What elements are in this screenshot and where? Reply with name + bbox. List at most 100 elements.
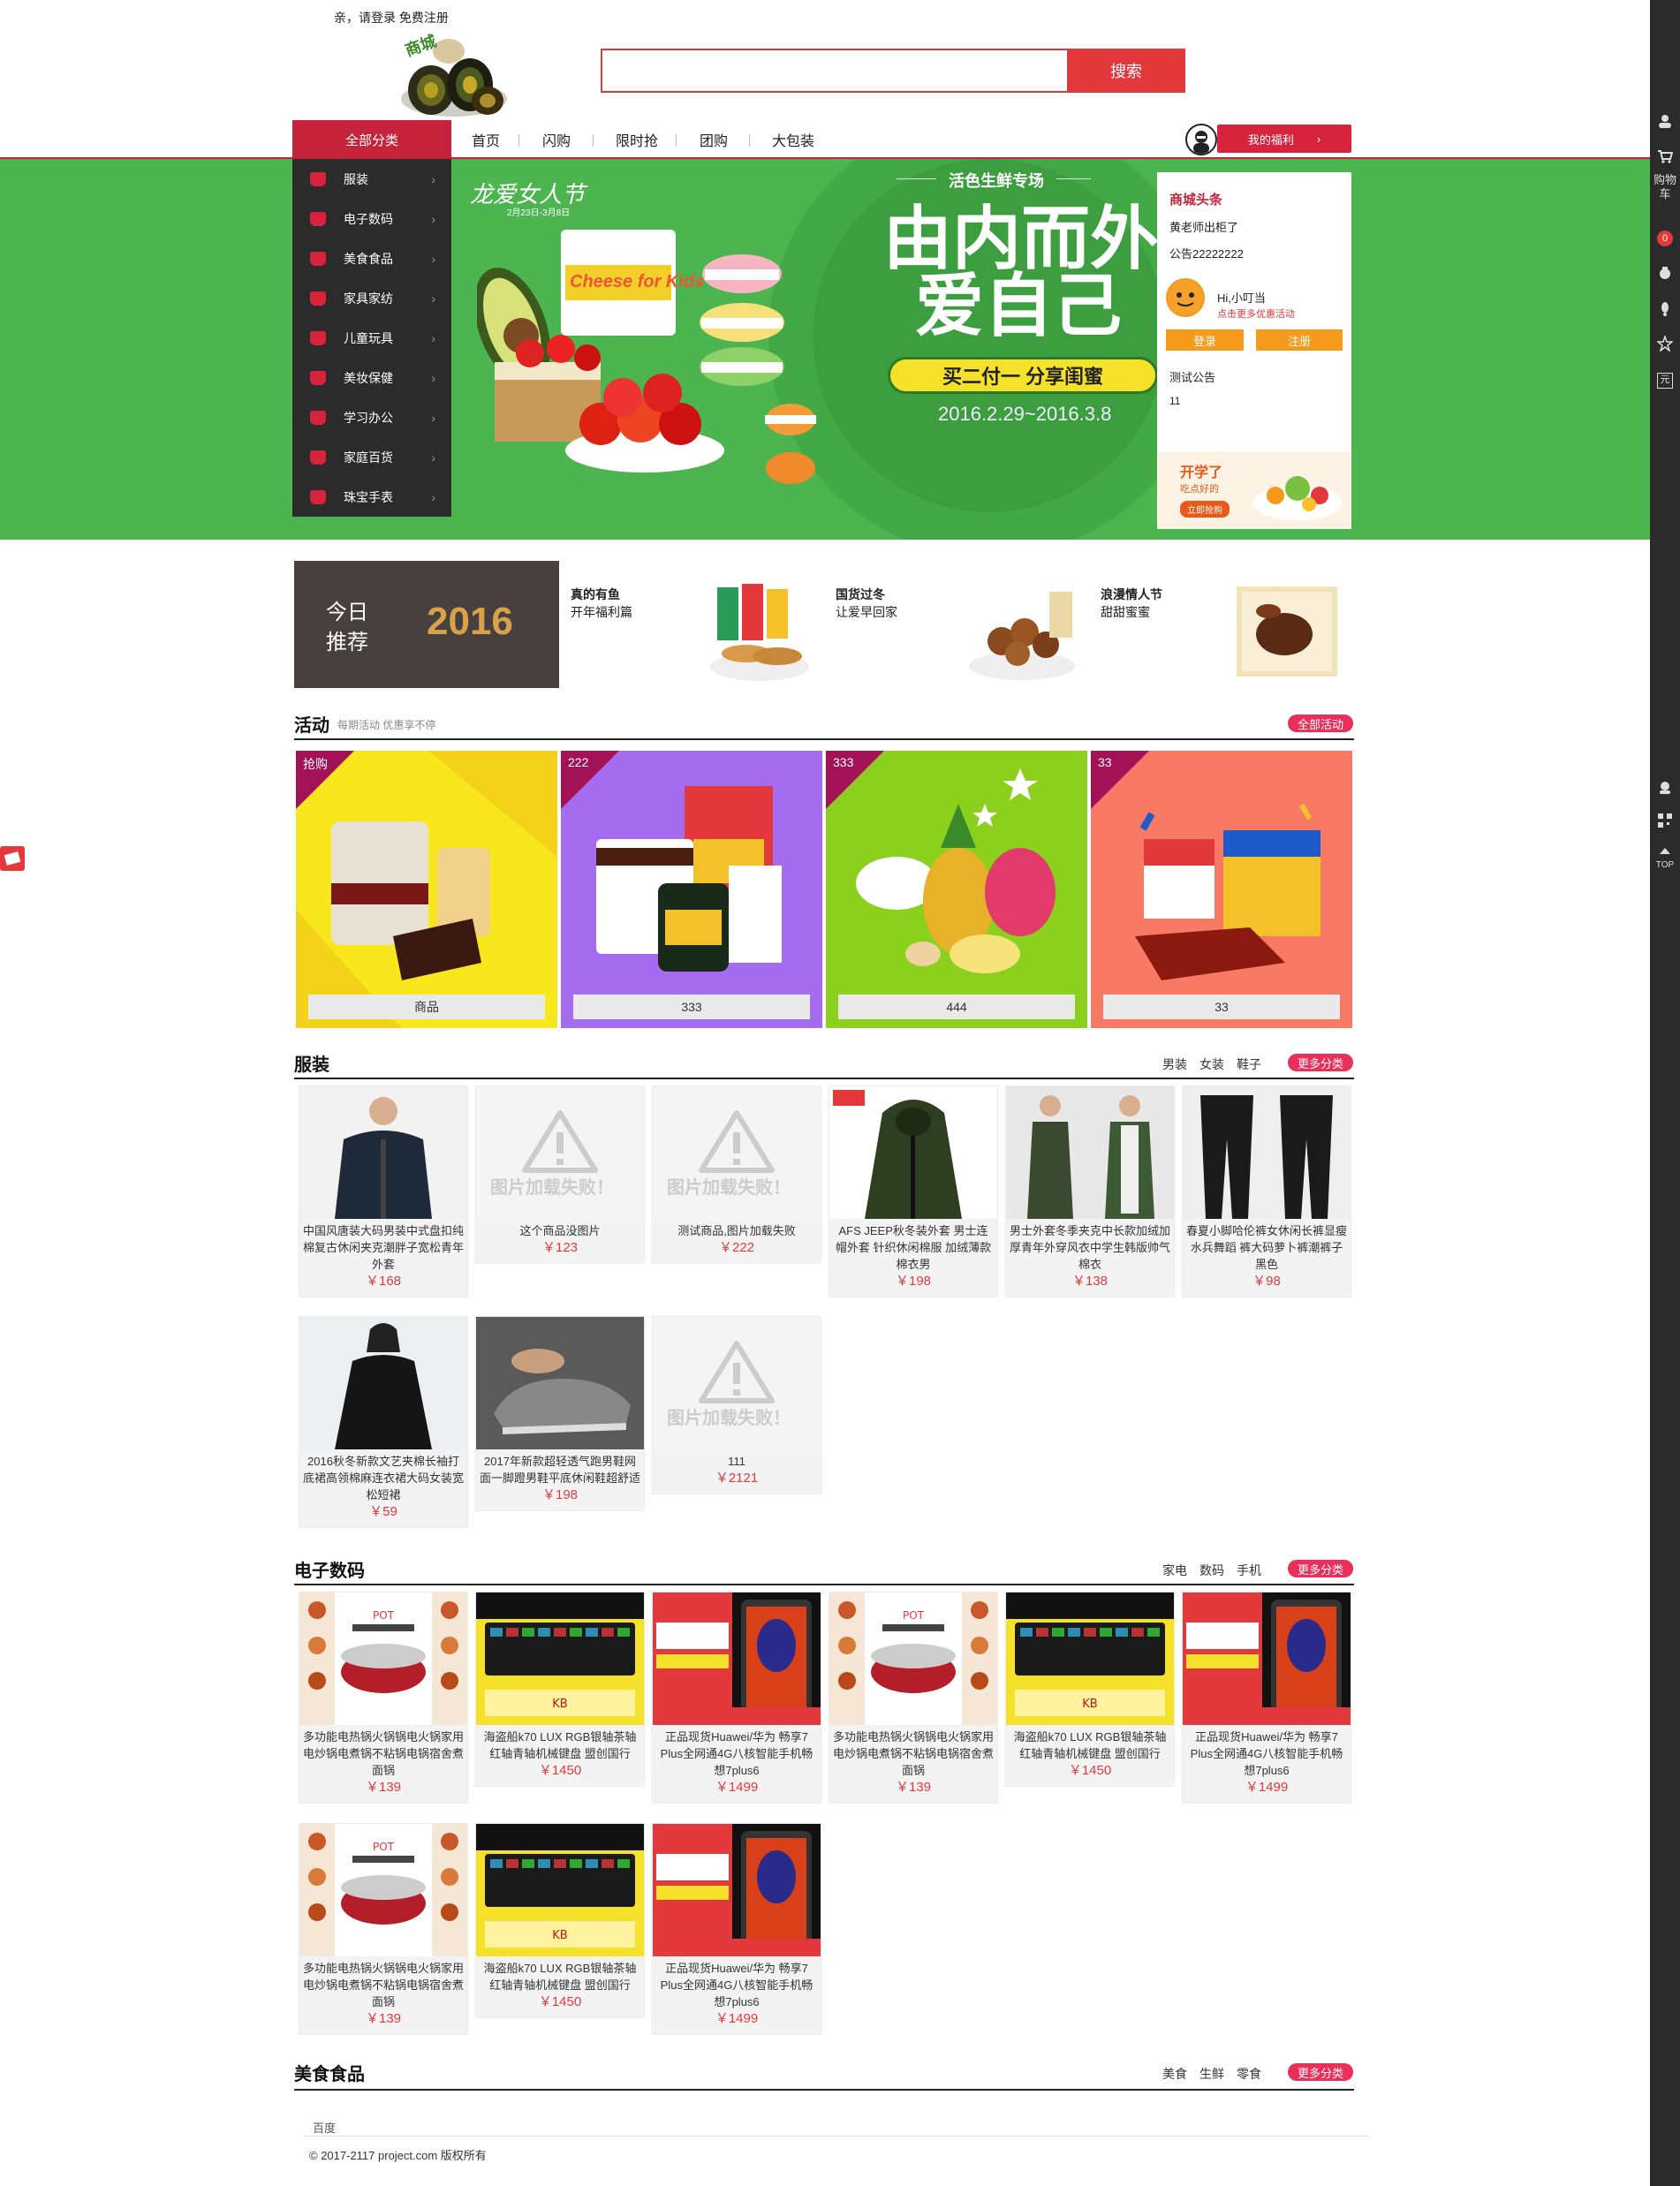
nav-flash-sale[interactable]: 闪购 xyxy=(542,120,571,159)
product-name[interactable]: 111 xyxy=(656,1453,817,1470)
nav-limited-time[interactable]: 限时抢 xyxy=(616,120,658,159)
user-icon[interactable] xyxy=(1650,113,1680,133)
product-card[interactable]: 2016秋冬新款文艺夹棉长袖打底裙高领棉麻连衣裙大码女装宽松短裙 ￥59 xyxy=(299,1316,468,1528)
product-name[interactable]: 2017年新款超轻透气跑男鞋网面一脚蹬男鞋平底休闲鞋超舒适 xyxy=(480,1453,640,1486)
coupon-icon[interactable]: 元 xyxy=(1650,371,1680,389)
food-link-fresh[interactable]: 生鲜 xyxy=(1199,2065,1224,2083)
product-name[interactable]: 海盗船k70 LUX RGB银轴茶轴红轴青轴机械键盘 盟创国行 xyxy=(480,1728,640,1762)
product-card[interactable]: POT 多功能电热锅火锅锅电火锅家用电炒锅电煮锅不粘锅电锅宿舍煮面锅 ￥139 xyxy=(829,1592,998,1804)
activity-card[interactable]: 抢购 商品 xyxy=(296,751,557,1028)
back-to-top-button[interactable]: TOP xyxy=(1650,844,1680,870)
login-button[interactable]: 登录 xyxy=(1166,329,1244,351)
wallet-icon[interactable] xyxy=(1650,265,1680,285)
product-card[interactable]: 图片加载失败！ 这个商品没图片 ￥123 xyxy=(475,1085,645,1264)
product-card[interactable]: 正品现货Huawei/华为 畅享7 Plus全网通4G八核智能手机畅想7plus… xyxy=(652,1823,821,2035)
nav-home[interactable]: 首页 xyxy=(472,120,500,159)
sidebar-item-furniture[interactable]: 家具家纺 › xyxy=(292,278,451,318)
floating-badge-icon[interactable] xyxy=(0,846,25,871)
product-card[interactable]: KB 海盗船k70 LUX RGB银轴茶轴红轴青轴机械键盘 盟创国行 ￥1450 xyxy=(475,1592,645,1787)
register-button[interactable]: 注册 xyxy=(1256,329,1343,351)
food-more-button[interactable]: 更多分类 xyxy=(1288,2063,1353,2081)
food-link-snacks[interactable]: 零食 xyxy=(1237,2065,1261,2083)
product-name[interactable]: AFS JEEP秋冬装外套 男士连帽外套 针织休闲棉服 加绒薄款棉衣男 xyxy=(833,1222,994,1273)
recommend-item[interactable]: 国货过冬 让爱早回家 xyxy=(836,586,897,621)
product-card[interactable]: KB 海盗船k70 LUX RGB银轴茶轴红轴青轴机械键盘 盟创国行 ￥1450 xyxy=(475,1823,645,2018)
product-name[interactable]: 正品现货Huawei/华为 畅享7 Plus全网通4G八核智能手机畅想7plus… xyxy=(656,1728,817,1779)
search-input[interactable] xyxy=(602,50,1067,91)
sidebar-item-household[interactable]: 家庭百货 › xyxy=(292,437,451,477)
product-card[interactable]: 正品现货Huawei/华为 畅享7 Plus全网通4G八核智能手机畅想7plus… xyxy=(652,1592,821,1804)
product-card[interactable]: KB 海盗船k70 LUX RGB银轴茶轴红轴青轴机械键盘 盟创国行 ￥1450 xyxy=(1005,1592,1175,1787)
sidebar-item-jewelry[interactable]: 珠宝手表 › xyxy=(292,477,451,517)
register-link[interactable]: 免费注册 xyxy=(399,11,449,25)
food-link-delicacy[interactable]: 美食 xyxy=(1162,2065,1187,2083)
notice-title[interactable]: 测试公告 xyxy=(1169,368,1215,385)
digital-link-phone[interactable]: 手机 xyxy=(1237,1562,1261,1579)
avatar[interactable] xyxy=(1185,124,1217,155)
activity-card[interactable]: 33 33 xyxy=(1091,751,1352,1028)
footprint-icon[interactable] xyxy=(1650,300,1680,321)
recommend-item[interactable]: 真的有鱼 开年福利篇 xyxy=(571,586,632,621)
clothing-link-shoes[interactable]: 鞋子 xyxy=(1237,1055,1261,1073)
clothing-more-button[interactable]: 更多分类 xyxy=(1288,1054,1353,1071)
search-button[interactable]: 搜索 xyxy=(1067,49,1185,93)
product-card[interactable]: POT 多功能电热锅火锅锅电火锅家用电炒锅电煮锅不粘锅电锅宿舍煮面锅 ￥139 xyxy=(299,1592,468,1804)
all-categories-button[interactable]: 全部分类 xyxy=(292,120,451,159)
footer-link[interactable]: 百度 xyxy=(313,2119,336,2136)
product-name[interactable]: 测试商品,图片加载失败 xyxy=(656,1222,817,1239)
login-link[interactable]: 亲，请登录 xyxy=(334,11,396,25)
news-item[interactable]: 黄老师出柜了 xyxy=(1169,218,1238,235)
product-card[interactable]: 中国风唐装大码男装中式盘扣纯棉复古休闲夹克潮胖子宽松青年外套 ￥168 xyxy=(299,1085,468,1297)
sidebar-item-clothing[interactable]: 服装 › xyxy=(292,159,451,199)
sidebar-item-digital[interactable]: 电子数码 › xyxy=(292,199,451,238)
cart-label[interactable]: 购物车 xyxy=(1650,173,1680,201)
digital-link-appliance[interactable]: 家电 xyxy=(1162,1562,1187,1579)
product-name[interactable]: 正品现货Huawei/华为 畅享7 Plus全网通4G八核智能手机畅想7plus… xyxy=(656,1960,817,2010)
clothing-link-men[interactable]: 男装 xyxy=(1162,1055,1187,1073)
digital-more-button[interactable]: 更多分类 xyxy=(1288,1560,1353,1577)
qrcode-icon[interactable] xyxy=(1650,813,1680,833)
clothing-link-women[interactable]: 女装 xyxy=(1199,1055,1224,1073)
product-card[interactable]: 图片加载失败！ 测试商品,图片加载失败 ￥222 xyxy=(652,1085,821,1264)
sidebar-item-food[interactable]: 美食食品 › xyxy=(292,238,451,278)
product-name[interactable]: 多功能电热锅火锅锅电火锅家用电炒锅电煮锅不粘锅电锅宿舍煮面锅 xyxy=(303,1960,464,2010)
product-card[interactable]: POT 多功能电热锅火锅锅电火锅家用电炒锅电煮锅不粘锅电锅宿舍煮面锅 ￥139 xyxy=(299,1823,468,2035)
digital-link-digital[interactable]: 数码 xyxy=(1199,1562,1224,1579)
product-card[interactable]: 正品现货Huawei/华为 畅享7 Plus全网通4G八核智能手机畅想7plus… xyxy=(1182,1592,1351,1804)
product-card[interactable]: 图片加载失败！ 111 ￥2121 xyxy=(652,1316,821,1494)
product-name[interactable]: 中国风唐装大码男装中式盘扣纯棉复古休闲夹克潮胖子宽松青年外套 xyxy=(303,1222,464,1273)
my-welfare-button[interactable]: 我的福利 › xyxy=(1217,125,1351,153)
product-card[interactable]: 春夏小脚哈伦裤女休闲长裤显瘦 水兵舞蹈 裤大码萝卜裤潮裤子黑色 ￥98 xyxy=(1182,1085,1351,1297)
news-item[interactable]: 公告22222222 xyxy=(1169,245,1244,261)
product-name[interactable]: 多功能电热锅火锅锅电火锅家用电炒锅电煮锅不粘锅电锅宿舍煮面锅 xyxy=(833,1728,994,1779)
cart-icon[interactable] xyxy=(1650,148,1680,169)
product-name[interactable]: 海盗船k70 LUX RGB银轴茶轴红轴青轴机械键盘 盟创国行 xyxy=(480,1960,640,1993)
product-card[interactable]: AFS JEEP秋冬装外套 男士连帽外套 针织休闲棉服 加绒薄款棉衣男 ￥198 xyxy=(829,1085,998,1297)
promo-link[interactable]: 点击更多优惠活动 xyxy=(1217,306,1295,321)
sidebar-item-office[interactable]: 学习办公 › xyxy=(292,397,451,437)
product-name[interactable]: 正品现货Huawei/华为 畅享7 Plus全网通4G八核智能手机畅想7plus… xyxy=(1186,1728,1347,1779)
product-name[interactable]: 春夏小脚哈伦裤女休闲长裤显瘦 水兵舞蹈 裤大码萝卜裤潮裤子黑色 xyxy=(1186,1222,1347,1273)
ad-button[interactable]: 立即抢购 xyxy=(1180,501,1230,518)
today-recommend-banner[interactable]: 今日 推荐 2016 xyxy=(294,561,559,688)
star-icon[interactable] xyxy=(1650,334,1680,356)
sidebar-item-beauty[interactable]: 美妆保健 › xyxy=(292,358,451,397)
product-name[interactable]: 多功能电热锅火锅锅电火锅家用电炒锅电煮锅不粘锅电锅宿舍煮面锅 xyxy=(303,1728,464,1779)
product-card[interactable]: 2017年新款超轻透气跑男鞋网面一脚蹬男鞋平底休闲鞋超舒适 ￥198 xyxy=(475,1316,645,1511)
hero-banner[interactable]: 龙爱女人节 2月23日-3月8日 Cheese for Kids 活色生鲜专场 … xyxy=(0,159,1650,540)
activity-card[interactable]: 333 444 xyxy=(826,751,1087,1028)
all-activities-button[interactable]: 全部活动 xyxy=(1288,715,1353,732)
product-name[interactable]: 这个商品没图片 xyxy=(480,1222,640,1239)
product-card[interactable]: 男士外套冬季夹克中长款加绒加厚青年外穿风衣中学生韩版帅气棉衣 ￥138 xyxy=(1005,1085,1175,1297)
product-name[interactable]: 海盗船k70 LUX RGB银轴茶轴红轴青轴机械键盘 盟创国行 xyxy=(1010,1728,1170,1762)
nav-big-pack[interactable]: 大包装 xyxy=(772,120,814,159)
nav-group-buy[interactable]: 团购 xyxy=(700,120,728,159)
activity-card[interactable]: 222 333 xyxy=(561,751,822,1028)
school-ad[interactable]: 开学了 吃点好的 立即抢购 xyxy=(1157,451,1351,529)
site-logo[interactable]: 商城 xyxy=(396,28,512,122)
product-name[interactable]: 男士外套冬季夹克中长款加绒加厚青年外穿风衣中学生韩版帅气棉衣 xyxy=(1010,1222,1170,1273)
service-icon[interactable] xyxy=(1650,779,1680,799)
product-name[interactable]: 2016秋冬新款文艺夹棉长袖打底裙高领棉麻连衣裙大码女装宽松短裙 xyxy=(303,1453,464,1503)
sidebar-item-toys[interactable]: 儿童玩具 › xyxy=(292,318,451,358)
recommend-item[interactable]: 浪漫情人节 甜甜蜜蜜 xyxy=(1101,586,1162,621)
